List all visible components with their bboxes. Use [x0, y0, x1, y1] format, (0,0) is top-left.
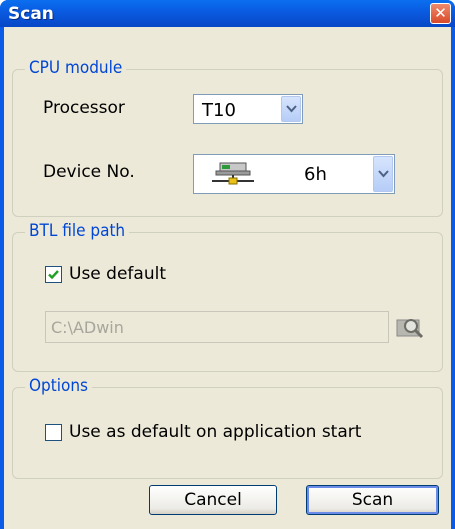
network-device-icon	[210, 161, 256, 194]
checkmark-icon	[48, 270, 59, 280]
cpu-module-group-label: CPU module	[25, 58, 127, 78]
btl-path-input[interactable]: C:\ADwin	[45, 311, 389, 343]
processor-value: T10	[202, 100, 236, 121]
processor-select[interactable]: T10	[193, 94, 303, 124]
cpu-module-group: CPU module Processor T10 Device No. 6h	[12, 58, 443, 217]
default-on-start-checkbox[interactable]	[45, 424, 62, 441]
close-icon: ✕	[434, 4, 447, 22]
device-no-dropdown-button[interactable]	[373, 156, 393, 192]
options-group: Options Use as default on application st…	[12, 376, 443, 479]
close-button[interactable]: ✕	[430, 3, 451, 24]
use-default-label[interactable]: Use default	[69, 264, 166, 284]
processor-label: Processor	[43, 98, 125, 118]
device-no-label: Device No.	[43, 162, 135, 182]
processor-dropdown-button[interactable]	[281, 96, 301, 122]
search-folder-icon	[395, 319, 425, 346]
scan-dialog: Scan ✕ CPU module Processor T10 Device N…	[0, 0, 455, 529]
btl-file-path-group-label: BTL file path	[25, 221, 130, 241]
chevron-down-icon	[378, 170, 389, 178]
device-no-value: 6h	[304, 164, 327, 185]
scan-button[interactable]: Scan	[306, 485, 439, 515]
device-no-select[interactable]: 6h	[193, 154, 395, 194]
use-default-checkbox[interactable]	[45, 266, 62, 283]
btl-path-value: C:\ADwin	[51, 318, 124, 337]
options-group-label: Options	[25, 376, 93, 396]
dialog-title: Scan	[8, 4, 54, 24]
chevron-down-icon	[286, 105, 297, 113]
title-bar[interactable]: Scan ✕	[0, 0, 455, 27]
default-on-start-label[interactable]: Use as default on application start	[69, 422, 361, 442]
browse-button[interactable]	[395, 312, 425, 342]
cancel-button[interactable]: Cancel	[149, 485, 277, 515]
btl-file-path-group: BTL file path Use default C:\ADwin	[12, 221, 443, 372]
dialog-body: CPU module Processor T10 Device No. 6h B…	[4, 27, 451, 529]
